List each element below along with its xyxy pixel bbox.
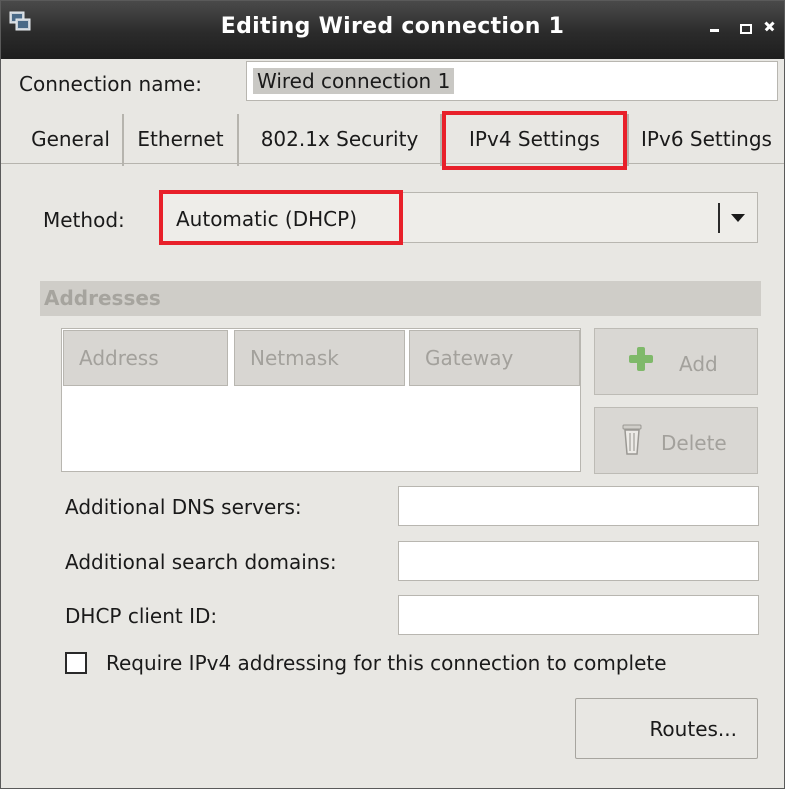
add-address-button[interactable]: Add [594, 328, 758, 395]
connection-name-input[interactable]: Wired connection 1 [246, 61, 778, 101]
addresses-table[interactable]: Address Netmask Gateway [61, 328, 581, 472]
column-netmask[interactable]: Netmask [234, 330, 405, 386]
dhcp-client-id-input[interactable] [398, 595, 759, 635]
require-ipv4-checkbox[interactable] [65, 652, 87, 674]
trash-icon [622, 424, 642, 455]
tab-8021x-security[interactable]: 802.1x Security [238, 114, 441, 166]
tab-general[interactable]: General [19, 114, 123, 166]
title-bar[interactable]: Editing Wired connection 1 [1, 1, 784, 59]
delete-label: Delete [661, 431, 727, 455]
maximize-icon[interactable] [737, 17, 753, 34]
search-domains-label: Additional search domains: [65, 550, 337, 574]
add-icon [629, 347, 653, 371]
method-label: Method: [43, 208, 125, 232]
tab-ipv6-settings[interactable]: IPv6 Settings [628, 114, 784, 166]
dns-servers-label: Additional DNS servers: [65, 495, 302, 519]
delete-address-button[interactable]: Delete [594, 407, 758, 474]
dns-servers-input[interactable] [398, 486, 759, 526]
add-label: Add [679, 352, 718, 376]
addresses-section-header: Addresses [40, 281, 761, 316]
column-gateway[interactable]: Gateway [409, 330, 580, 386]
connection-editor-dialog: Editing Wired connection 1 Connection na… [0, 0, 785, 789]
window-title: Editing Wired connection 1 [220, 14, 565, 39]
tab-divider [1, 163, 784, 164]
close-icon[interactable] [764, 17, 780, 33]
dhcp-client-id-label: DHCP client ID: [65, 604, 218, 628]
tab-bar: General Ethernet 802.1x Security IPv4 Se… [19, 114, 784, 166]
column-address[interactable]: Address [63, 330, 228, 386]
chevron-down-icon[interactable] [731, 214, 745, 222]
routes-label: Routes... [649, 717, 737, 741]
dropdown-separator [718, 203, 720, 233]
search-domains-input[interactable] [398, 541, 759, 581]
tab-ethernet[interactable]: Ethernet [123, 114, 238, 166]
require-ipv4-label[interactable]: Require IPv4 addressing for this connect… [106, 651, 667, 675]
method-highlight [159, 190, 403, 245]
connection-name-value: Wired connection 1 [253, 68, 455, 94]
connection-name-label: Connection name: [19, 72, 202, 96]
minimize-icon[interactable] [707, 17, 723, 33]
ipv4-tab-highlight [442, 111, 627, 170]
routes-button[interactable]: Routes... [575, 698, 758, 759]
